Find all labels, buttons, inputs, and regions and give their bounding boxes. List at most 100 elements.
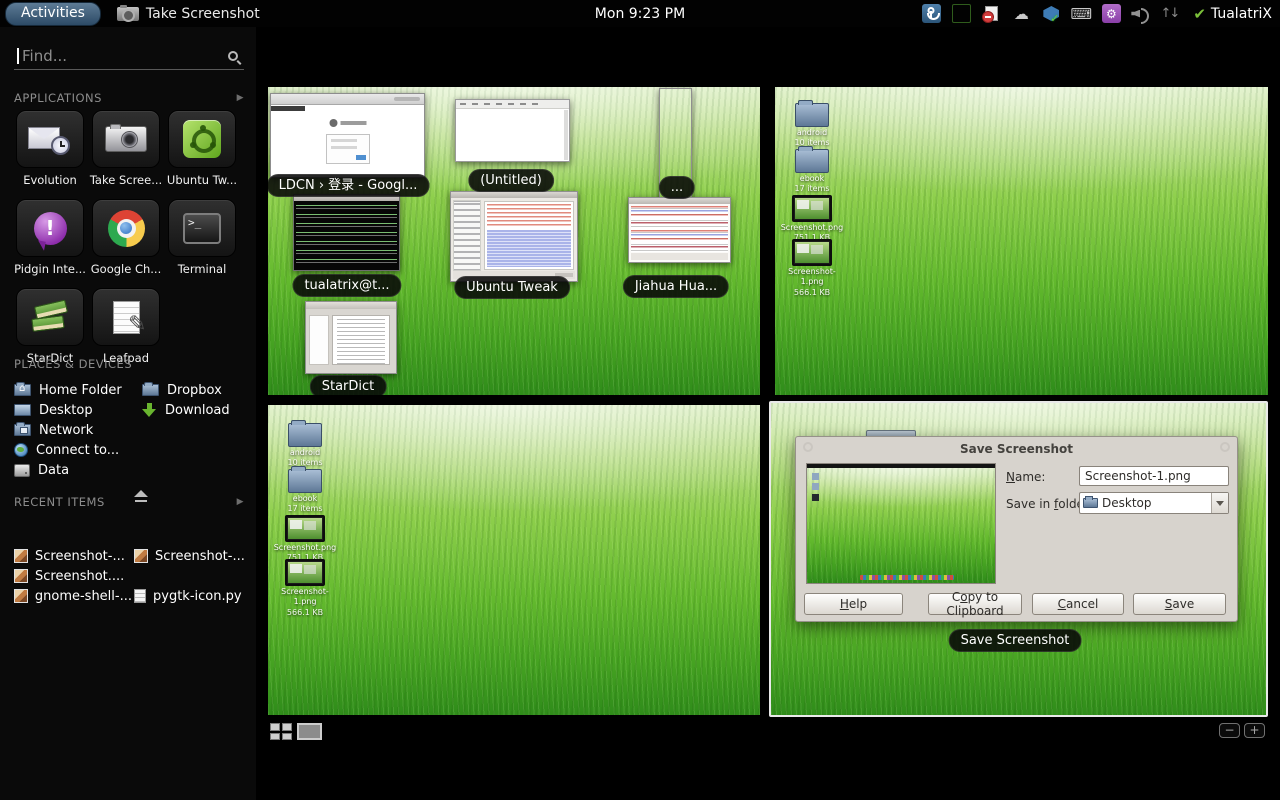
- places-column-left: Home Folder Desktop Network Connect to..…: [14, 380, 140, 480]
- search-input[interactable]: Find...: [14, 42, 244, 70]
- folder-select[interactable]: Desktop: [1079, 492, 1229, 514]
- desktop-icon-android[interactable]: android 10 items: [273, 423, 337, 469]
- dialog-title: Save Screenshot: [796, 442, 1237, 456]
- home-folder-icon: [14, 384, 31, 396]
- place-desktop[interactable]: Desktop: [14, 400, 140, 420]
- user-menu[interactable]: ✔ TualatriX: [1193, 5, 1272, 23]
- place-download[interactable]: Download: [142, 400, 246, 420]
- window-stardict[interactable]: [305, 301, 397, 374]
- place-data[interactable]: Data: [14, 460, 140, 480]
- cloud-icon[interactable]: ☁: [1011, 4, 1031, 24]
- terminal-icon: [183, 213, 221, 244]
- place-connect-to[interactable]: Connect to...: [14, 440, 140, 460]
- add-workspace-button[interactable]: +: [1244, 723, 1265, 738]
- folder-icon: [288, 423, 322, 447]
- workspace-adjust-controls: − +: [1219, 723, 1265, 738]
- window-browser[interactable]: [270, 93, 425, 178]
- recent-screenshot-2[interactable]: Screenshot-...: [134, 546, 252, 566]
- recent-screenshot-1[interactable]: Screenshot-...: [14, 546, 132, 566]
- window-caption: LDCN › 登录 - Googl...: [268, 174, 429, 197]
- workspace-thumbnail-1[interactable]: LDCN › 登录 - Googl... (Untitled) ... tual…: [268, 87, 760, 395]
- places-header: PLACES & DEVICES: [14, 357, 244, 371]
- desktop-icon-screenshot[interactable]: Screenshot.png 751.1 KB: [273, 515, 337, 564]
- clock[interactable]: Mon 9:23 PM: [595, 6, 685, 22]
- drive-icon: [14, 464, 30, 477]
- stardict-icon: [30, 299, 70, 335]
- folder-icon: [795, 103, 829, 127]
- window-caption: ...: [659, 176, 695, 199]
- applications-expand-icon[interactable]: ▶: [237, 93, 244, 103]
- desktop-icon-ebook[interactable]: ebook 17 items: [273, 469, 337, 515]
- folder-icon: [288, 469, 322, 493]
- cancel-button[interactable]: Cancel: [1032, 593, 1124, 615]
- place-home-folder[interactable]: Home Folder: [14, 380, 140, 400]
- save-button[interactable]: Save: [1133, 593, 1226, 615]
- camera-icon: [105, 126, 147, 152]
- overview-sidebar: Find... APPLICATIONS ▶ Evolution Take Sc…: [0, 27, 256, 800]
- keyboard-icon[interactable]: ⌨: [1071, 4, 1091, 24]
- recent-pygtk-icon[interactable]: pygtk-icon.py: [134, 586, 252, 606]
- copy-to-clipboard-button[interactable]: Copy to Clipboard: [928, 593, 1022, 615]
- ubuntu-tweak-icon: [183, 120, 221, 158]
- desktop-icon-screenshot[interactable]: Screenshot.png 751.1 KB: [780, 195, 844, 244]
- app-take-screenshot[interactable]: Take Scree...: [88, 110, 164, 187]
- app-terminal[interactable]: Terminal: [164, 199, 240, 276]
- image-file-icon: [134, 549, 148, 563]
- focused-app-indicator[interactable]: Take Screenshot: [117, 6, 260, 22]
- window-caption: (Untitled): [468, 169, 554, 192]
- grid-view-icon[interactable]: [270, 723, 292, 740]
- app-leafpad[interactable]: Leafpad: [88, 288, 164, 365]
- folder-select-value: Desktop: [1102, 496, 1152, 510]
- recent-column-right: Screenshot-... pygtk-icon.py: [134, 546, 252, 606]
- help-button[interactable]: Help: [804, 593, 903, 615]
- place-dropbox[interactable]: Dropbox: [142, 380, 246, 400]
- window-ubuntu-tweak[interactable]: [450, 191, 578, 282]
- recent-screenshot-3[interactable]: Screenshot....: [14, 566, 132, 586]
- name-label: Name:: [1006, 470, 1045, 484]
- activities-button[interactable]: Activities: [5, 2, 101, 26]
- stardict-book-icon[interactable]: [951, 4, 971, 24]
- window-caption: Ubuntu Tweak: [454, 276, 570, 299]
- image-thumbnail-icon: [285, 515, 325, 542]
- app-ubuntu-tweak[interactable]: Ubuntu Tw...: [164, 110, 240, 187]
- applications-header: APPLICATIONS ▶: [14, 91, 244, 105]
- window-terminal[interactable]: [293, 194, 400, 271]
- window-untitled[interactable]: [455, 99, 570, 162]
- remove-workspace-button[interactable]: −: [1219, 723, 1240, 738]
- single-view-icon[interactable]: [297, 723, 322, 740]
- search-placeholder: Find...: [22, 47, 67, 65]
- applications-grid: Evolution Take Scree... Ubuntu Tw... ! P…: [12, 110, 244, 365]
- workspace-thumbnail-3[interactable]: android 10 items ebook 17 items Screensh…: [268, 405, 760, 715]
- text-caret: [17, 48, 19, 64]
- image-file-icon: [14, 589, 28, 603]
- desktop-icon-screenshot-1[interactable]: Screenshot-1.png 566.1 KB: [780, 239, 844, 298]
- window-chat[interactable]: [628, 197, 731, 263]
- network-arrows-icon[interactable]: ↑↓: [1159, 4, 1179, 24]
- desktop-icon: [14, 404, 31, 416]
- purple-gear-icon[interactable]: ⚙: [1101, 4, 1121, 24]
- app-google-chrome[interactable]: Google Ch...: [88, 199, 164, 276]
- workspace-thumbnail-4[interactable]: Save Screenshot Name: Save in folder: De…: [769, 401, 1268, 717]
- save-screenshot-dialog: Save Screenshot Name: Save in folder: De…: [795, 436, 1238, 622]
- desktop-icon-ebook[interactable]: ebook 17 items: [780, 149, 844, 195]
- recent-gnome-shell[interactable]: gnome-shell-...: [14, 586, 132, 606]
- app-stardict[interactable]: StarDict: [12, 288, 88, 365]
- anchor-icon[interactable]: [921, 4, 941, 24]
- desktop-icon-screenshot-1[interactable]: Screenshot-1.png 566.1 KB: [273, 559, 337, 618]
- volume-icon[interactable]: [1131, 6, 1149, 22]
- place-network[interactable]: Network: [14, 420, 140, 440]
- desktop-icon-android[interactable]: android 10 items: [780, 103, 844, 149]
- app-evolution[interactable]: Evolution: [12, 110, 88, 187]
- recent-items-header: RECENT ITEMS ▶: [14, 495, 244, 509]
- system-tray: ☁ ✓ ⌨ ⚙ ↑↓ ✔ TualatriX: [921, 0, 1272, 27]
- search-icon: [228, 51, 238, 61]
- recent-expand-icon[interactable]: ▶: [237, 497, 244, 507]
- dropbox-icon[interactable]: ✓: [1041, 4, 1061, 24]
- workspace-thumbnail-2[interactable]: android 10 items ebook 17 items Screensh…: [775, 87, 1268, 395]
- chevron-down-icon: [1211, 493, 1228, 513]
- blocked-document-icon[interactable]: [981, 4, 1001, 24]
- filename-input[interactable]: [1079, 466, 1229, 486]
- folder-icon: [1083, 498, 1098, 508]
- top-bar: Activities Take Screenshot Mon 9:23 PM ☁…: [0, 0, 1280, 27]
- app-pidgin[interactable]: ! Pidgin Inte...: [12, 199, 88, 276]
